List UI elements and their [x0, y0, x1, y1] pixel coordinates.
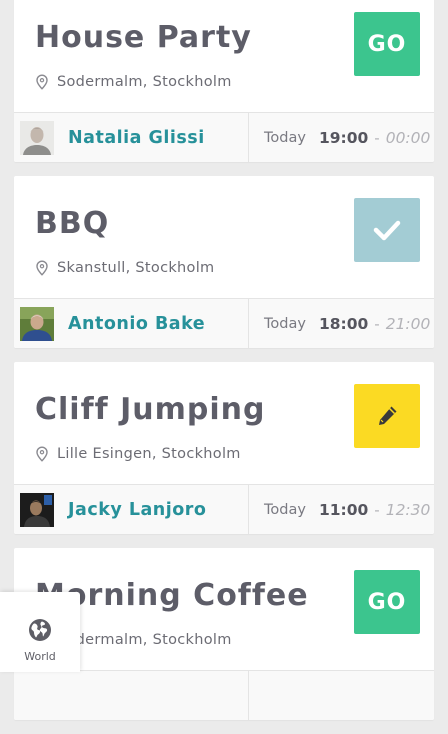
event-card-footer: Jacky Lanjoro Today 11:00 - 12:30: [14, 485, 434, 534]
start-time: 11:00: [318, 500, 369, 519]
pencil-icon: [379, 406, 397, 425]
event-time: Today 18:00 - 21:00: [249, 299, 434, 348]
event-title: BBQ: [35, 206, 110, 241]
end-time: 00:00: [385, 128, 431, 147]
host-name[interactable]: Natalia Glissi: [68, 128, 205, 148]
event-title: Cliff Jumping: [35, 392, 266, 427]
checkmark-icon: [373, 220, 401, 241]
event-card-header: Cliff Jumping Lille Esingen, Stockholm: [14, 362, 434, 485]
event-card-footer: Antonio Bake Today 18:00 - 21:00: [14, 299, 434, 348]
event-time: Today 19:00 - 00:00: [249, 113, 434, 162]
event-card-footer: Natalia Glissi Today 19:00 - 00:00: [14, 113, 434, 162]
event-card-house-party[interactable]: House Party Sodermalm, Stockholm GO Nata…: [14, 0, 434, 162]
location-text: Lille Esingen, Stockholm: [57, 446, 241, 462]
time-separator: -: [374, 128, 380, 147]
end-time: 21:00: [385, 314, 431, 333]
event-location: Lille Esingen, Stockholm: [35, 446, 241, 462]
event-day: Today: [264, 501, 306, 518]
map-pin-icon: [36, 260, 48, 276]
globe-icon: [29, 619, 51, 641]
time-separator: -: [374, 314, 380, 333]
event-card-footer: [14, 671, 434, 720]
go-button[interactable]: GO: [354, 12, 420, 76]
event-time: [249, 671, 434, 720]
avatar[interactable]: [20, 306, 54, 341]
location-text: Skanstull, Stockholm: [57, 260, 215, 276]
joined-button[interactable]: [354, 198, 420, 262]
host-info[interactable]: Antonio Bake: [14, 299, 249, 348]
event-card-bbq[interactable]: BBQ Skanstull, Stockholm Antonio Bake To…: [14, 176, 434, 348]
host-name[interactable]: Antonio Bake: [68, 314, 205, 334]
host-name[interactable]: Jacky Lanjoro: [68, 500, 206, 520]
end-time: 12:30: [385, 500, 431, 519]
host-info[interactable]: Natalia Glissi: [14, 113, 249, 162]
map-pin-icon: [36, 446, 48, 462]
event-card-cliff-jumping[interactable]: Cliff Jumping Lille Esingen, Stockholm J…: [14, 362, 434, 534]
avatar[interactable]: [20, 492, 54, 527]
go-button[interactable]: GO: [354, 570, 420, 634]
world-tab[interactable]: World: [0, 592, 80, 672]
avatar[interactable]: [20, 120, 54, 155]
edit-button[interactable]: [354, 384, 420, 448]
event-time: Today 11:00 - 12:30: [249, 485, 434, 534]
time-separator: -: [374, 500, 380, 519]
host-info[interactable]: [14, 671, 249, 720]
event-card-header: BBQ Skanstull, Stockholm: [14, 176, 434, 299]
host-info[interactable]: Jacky Lanjoro: [14, 485, 249, 534]
map-pin-icon: [36, 74, 48, 90]
world-tab-label: World: [24, 650, 56, 663]
start-time: 19:00: [318, 128, 369, 147]
event-day: Today: [264, 315, 306, 332]
location-text: Sodermalm, Stockholm: [57, 632, 232, 648]
start-time: 18:00: [318, 314, 369, 333]
event-day: Today: [264, 129, 306, 146]
event-location: Skanstull, Stockholm: [35, 260, 214, 276]
event-card-header: House Party Sodermalm, Stockholm GO: [14, 0, 434, 113]
location-text: Sodermalm, Stockholm: [57, 74, 232, 90]
event-title: House Party: [35, 20, 252, 55]
event-location: Sodermalm, Stockholm: [35, 74, 232, 90]
